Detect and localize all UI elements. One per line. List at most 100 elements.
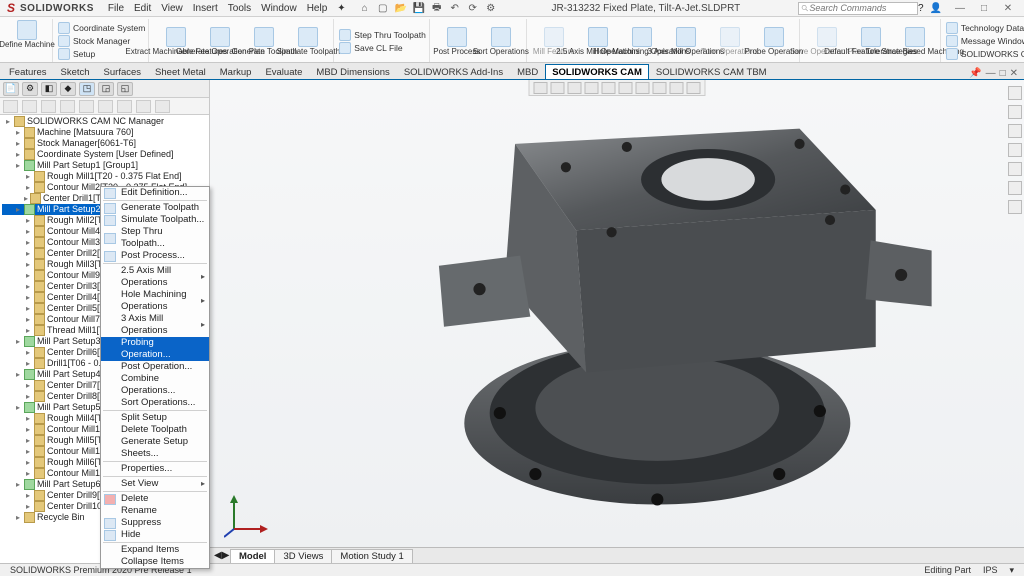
tab-motion1[interactable]: Motion Study 1 [331, 549, 412, 563]
tree-tb-icon[interactable] [79, 100, 94, 113]
view-triad-icon[interactable] [224, 491, 272, 539]
pm-tab-icon[interactable]: ⚙ [22, 82, 38, 96]
tab-sheetmetal[interactable]: Sheet Metal [148, 64, 213, 79]
tree-tb-icon[interactable] [41, 100, 56, 113]
qat-print-icon[interactable]: 🖶 [430, 1, 444, 15]
ctx-delete-toolpath[interactable]: Delete Toolpath [101, 424, 209, 436]
msg-window-button[interactable]: Message Window [945, 35, 1024, 48]
search-input[interactable] [809, 3, 915, 13]
ctx-2-5-axis-mill-operations[interactable]: 2.5 Axis Mill Operations▸ [101, 265, 209, 289]
menu-file[interactable]: File [108, 3, 124, 14]
doc-pin-icon[interactable]: 📌 [969, 68, 981, 79]
ctx-properties[interactable]: Properties... [101, 463, 209, 475]
menu-tools[interactable]: Tools [228, 3, 251, 14]
tab-cam[interactable]: SOLIDWORKS CAM [545, 64, 649, 79]
graphics-viewport[interactable]: ◀▶ Model 3D Views Motion Study 1 [210, 80, 1024, 563]
ctx-step-thru-toolpath[interactable]: Step Thru Toolpath... [101, 226, 209, 250]
tech-db-button[interactable]: Technology Database [945, 22, 1024, 35]
menu-view[interactable]: View [161, 3, 183, 14]
design-lib-tab-icon[interactable] [1008, 105, 1022, 119]
tree-tb-icon[interactable] [117, 100, 132, 113]
ctx-post-process[interactable]: Post Process... [101, 250, 209, 262]
maximize-button[interactable]: □ [972, 3, 996, 14]
ctx-suppress[interactable]: Suppress [101, 517, 209, 529]
tree-node[interactable]: ▸Mill Part Setup1 [Group1] [2, 160, 209, 171]
nc-editor-button[interactable]: SOLIDWORKS CAM NC Editor [945, 48, 1024, 61]
ctx-set-view[interactable]: Set View▸ [101, 478, 209, 490]
tree-node[interactable]: ▸Machine [Matsuura 760] [2, 127, 209, 138]
ctx-edit-definition[interactable]: Edit Definition... [101, 187, 209, 199]
step-thru-button[interactable]: Step Thru Toolpath [338, 28, 427, 41]
cam-op-tab-icon[interactable]: ◲ [98, 82, 114, 96]
qat-open-icon[interactable]: 📂 [394, 1, 408, 15]
view-palette-tab-icon[interactable] [1008, 143, 1022, 157]
qat-rebuild-icon[interactable]: ⟳ [466, 1, 480, 15]
search-commands[interactable] [798, 2, 918, 15]
ctx-hole-machining-operations[interactable]: Hole Machining Operations▸ [101, 289, 209, 313]
tree-tb-icon[interactable] [136, 100, 151, 113]
tree-node[interactable]: ▸Stock Manager[6061-T6] [2, 138, 209, 149]
tab-cam-tbm[interactable]: SOLIDWORKS CAM TBM [649, 64, 774, 79]
ctx-combine-operations[interactable]: Combine Operations... [101, 373, 209, 397]
coord-system-button[interactable]: Coordinate System [57, 22, 146, 35]
cam-tool-tab-icon[interactable]: ◱ [117, 82, 133, 96]
doc-close-icon[interactable]: ✕ [1010, 68, 1018, 79]
setup-button[interactable]: Setup [57, 48, 96, 61]
context-menu[interactable]: Edit Definition... Generate ToolpathSimul… [100, 186, 210, 569]
ctx-expand-items[interactable]: Expand Items [101, 544, 209, 556]
menu-search-icon[interactable]: ✦ [337, 3, 345, 14]
qat-new-icon[interactable]: ▢ [376, 1, 390, 15]
dm-tab-icon[interactable]: ◆ [60, 82, 76, 96]
menu-insert[interactable]: Insert [193, 3, 218, 14]
ctx-generate-toolpath[interactable]: Generate Toolpath [101, 202, 209, 214]
help-icon[interactable]: ? [918, 3, 924, 14]
menu-edit[interactable]: Edit [134, 3, 151, 14]
tree-tb-icon[interactable] [155, 100, 170, 113]
tab-3dviews[interactable]: 3D Views [274, 549, 332, 563]
qat-home-icon[interactable]: ⌂ [358, 1, 372, 15]
appearances-tab-icon[interactable] [1008, 162, 1022, 176]
tab-mbd-dim[interactable]: MBD Dimensions [309, 64, 396, 79]
tab-features[interactable]: Features [2, 64, 54, 79]
file-explorer-tab-icon[interactable] [1008, 124, 1022, 138]
ctx-simulate-toolpath[interactable]: Simulate Toolpath... [101, 214, 209, 226]
tree-node[interactable]: ▸Rough Mill1[T20 - 0.375 Flat End] [2, 171, 209, 182]
save-cl-button[interactable]: Save CL File [338, 41, 403, 54]
tree-tb-icon[interactable] [60, 100, 75, 113]
ctx-sort-operations[interactable]: Sort Operations... [101, 397, 209, 409]
ctx-post-operation[interactable]: Post Operation... [101, 361, 209, 373]
menu-window[interactable]: Window [261, 3, 297, 14]
ctx-hide[interactable]: Hide [101, 529, 209, 541]
ctx-delete[interactable]: Delete [101, 493, 209, 505]
tree-node[interactable]: ▸Coordinate System [User Defined] [2, 149, 209, 160]
status-units[interactable]: IPS [977, 565, 1004, 575]
fm-tab-icon[interactable]: 📄 [3, 82, 19, 96]
custom-props-tab-icon[interactable] [1008, 181, 1022, 195]
simulate-toolpath-button[interactable]: Simulate Toolpath [286, 26, 330, 56]
define-machine-button[interactable]: Define Machine [5, 19, 49, 49]
mill-feature-button[interactable]: Mill Feature [532, 26, 576, 56]
cm-tab-icon[interactable]: ◧ [41, 82, 57, 96]
tree-tb-icon[interactable] [3, 100, 18, 113]
tabs-nav-icon[interactable]: ◀▶ [214, 550, 229, 561]
ctx-collapse-items[interactable]: Collapse Items [101, 556, 209, 568]
stock-manager-button[interactable]: Stock Manager [57, 35, 131, 48]
close-button[interactable]: ✕ [996, 3, 1020, 14]
tab-evaluate[interactable]: Evaluate [258, 64, 309, 79]
status-extra-icon[interactable]: ▾ [1003, 565, 1020, 576]
turn-ops-button[interactable]: Turn Operations [708, 26, 752, 56]
tree-node[interactable]: ▸SOLIDWORKS CAM NC Manager [2, 116, 209, 127]
ctx-split-setup[interactable]: Split Setup [101, 412, 209, 424]
tab-markup[interactable]: Markup [213, 64, 259, 79]
tab-surfaces[interactable]: Surfaces [97, 64, 149, 79]
save-op-plan-button[interactable]: Save Operation Plan [805, 26, 849, 56]
cam-tree-tab-icon[interactable]: ◳ [79, 82, 95, 96]
tab-addins[interactable]: SOLIDWORKS Add-Ins [397, 64, 510, 79]
resources-tab-icon[interactable] [1008, 86, 1022, 100]
forum-tab-icon[interactable] [1008, 200, 1022, 214]
doc-max-icon[interactable]: □ [1000, 68, 1006, 79]
sort-ops-button[interactable]: Sort Operations [479, 26, 523, 56]
tab-mbd[interactable]: MBD [510, 64, 545, 79]
qat-undo-icon[interactable]: ↶ [448, 1, 462, 15]
ctx-rename[interactable]: Rename [101, 505, 209, 517]
